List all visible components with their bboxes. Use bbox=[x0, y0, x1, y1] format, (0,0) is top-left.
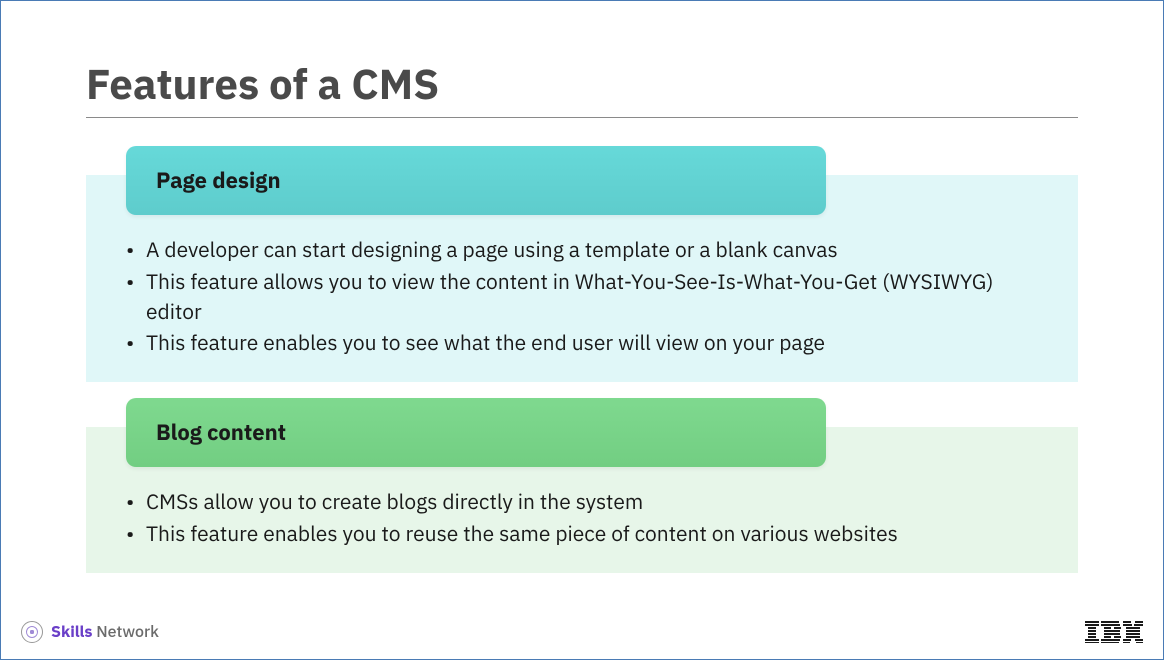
section-header-blog-content: Blog content bbox=[126, 398, 826, 467]
section-page-design: Page design A developer can start design… bbox=[86, 146, 1078, 382]
skills-network-text: Skills Network bbox=[51, 622, 159, 642]
slide-footer: Skills Network bbox=[21, 621, 1143, 643]
slide-title: Features of a CMS bbox=[86, 56, 1078, 111]
list-item: A developer can start designing a page u… bbox=[126, 235, 1048, 265]
list-item: This feature enables you to see what the… bbox=[126, 328, 1048, 358]
list-item: This feature allows you to view the cont… bbox=[126, 267, 1048, 327]
skills-label-bold: Skills bbox=[51, 622, 92, 642]
skills-network-badge: Skills Network bbox=[21, 621, 159, 643]
section-blog-content: Blog content CMSs allow you to create bl… bbox=[86, 398, 1078, 573]
list-item: This feature enables you to reuse the sa… bbox=[126, 519, 1048, 549]
ibm-logo bbox=[1085, 621, 1143, 643]
bullet-list-page-design: A developer can start designing a page u… bbox=[116, 235, 1048, 358]
section-header-page-design: Page design bbox=[126, 146, 826, 215]
title-divider bbox=[86, 117, 1078, 118]
skills-network-icon bbox=[21, 621, 43, 643]
skills-label-light: Network bbox=[92, 622, 158, 642]
slide: Features of a CMS Page design A develope… bbox=[1, 1, 1163, 659]
bullet-list-blog-content: CMSs allow you to create blogs directly … bbox=[116, 487, 1048, 549]
list-item: CMSs allow you to create blogs directly … bbox=[126, 487, 1048, 517]
